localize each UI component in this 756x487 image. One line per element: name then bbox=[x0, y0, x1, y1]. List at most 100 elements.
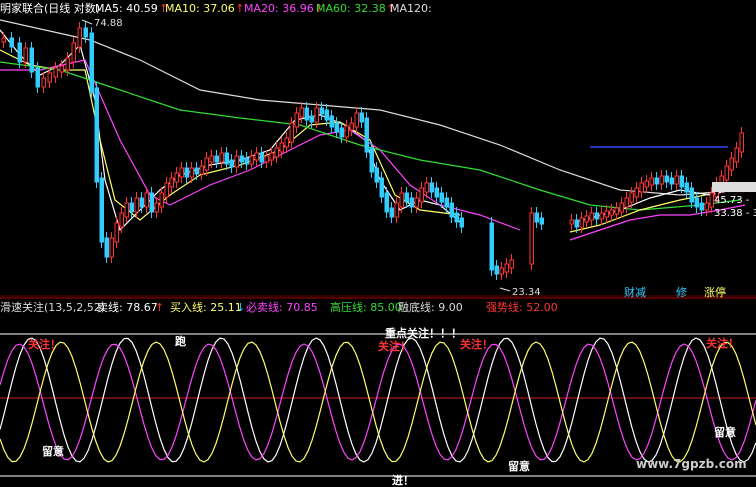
ma-legend-item: MA10: 37.06 bbox=[165, 2, 235, 15]
candle-body bbox=[424, 182, 429, 193]
candle-body bbox=[379, 177, 384, 198]
candle-body bbox=[579, 217, 584, 228]
candle-body bbox=[654, 177, 659, 185]
ma-legend-item: MA120: bbox=[390, 2, 432, 15]
candle-body bbox=[94, 87, 99, 183]
ma-legend-item: MA20: 36.96 bbox=[244, 2, 314, 15]
candle-body bbox=[589, 212, 594, 221]
annotation-guanzhu-4: 关注！ bbox=[706, 336, 739, 350]
candle-body bbox=[644, 180, 649, 188]
candle-body bbox=[194, 167, 199, 175]
candle-body bbox=[629, 192, 634, 203]
ma-legend-item: MA5: 40.59 bbox=[95, 2, 158, 15]
candle-body bbox=[234, 155, 239, 168]
candle-body bbox=[649, 177, 654, 186]
candle-body bbox=[494, 265, 499, 275]
annotation-focus: 重点关注！！！ bbox=[385, 326, 462, 340]
candle-body bbox=[29, 47, 34, 73]
candle-body bbox=[259, 152, 264, 163]
indicator-legend: 卖线: 78.67 买入线: 25.11 必卖线: 70.85 高压线: 85.00融… bbox=[97, 300, 558, 314]
oscillator-lines bbox=[0, 337, 756, 463]
candle-body bbox=[704, 202, 709, 211]
candle-body bbox=[229, 159, 234, 168]
candle-body bbox=[619, 202, 624, 213]
candle-body bbox=[109, 237, 114, 258]
candle-body bbox=[679, 175, 684, 188]
candle-body bbox=[314, 107, 319, 123]
candle-body bbox=[724, 165, 729, 181]
moving-average-lines bbox=[0, 19, 746, 241]
sell-arrow: ↑ bbox=[155, 301, 164, 314]
right-price-label-1: 45.73 - bbox=[714, 195, 750, 206]
candlesticks bbox=[1, 22, 744, 280]
candle-body bbox=[174, 172, 179, 183]
candle-body bbox=[594, 212, 599, 220]
chart-title: 明家联合(日线 对数) bbox=[0, 1, 100, 15]
candle-body bbox=[639, 182, 644, 193]
sell-line bbox=[0, 337, 756, 463]
candle-body bbox=[9, 37, 14, 48]
candle-body bbox=[664, 175, 669, 183]
candle-body bbox=[334, 122, 339, 133]
ma-legend: MA5: 40.59 ↑MA10: 37.06 ↑ MA20: 36.96 ↑MA60:… bbox=[95, 2, 432, 15]
candle-body bbox=[124, 202, 129, 218]
ma10-line bbox=[0, 49, 461, 221]
annotation-liuyi-1: 留意 bbox=[42, 444, 64, 458]
candle-body bbox=[349, 122, 354, 131]
annotation-liuyi-2: 留意 bbox=[508, 459, 530, 473]
indicator-name: 滑速关注(13,5,2,52) bbox=[0, 300, 105, 314]
candle-body bbox=[404, 192, 409, 203]
buy-arrow: ↓ bbox=[236, 301, 245, 314]
candle-body bbox=[154, 202, 159, 213]
annotation-pao: 跑 bbox=[175, 334, 186, 348]
candle-body bbox=[159, 192, 164, 208]
price-high-marker bbox=[81, 19, 93, 25]
candle-body bbox=[399, 192, 404, 208]
indicator-legend-item: 强势线: 52.00 bbox=[486, 300, 558, 314]
candle-body bbox=[189, 167, 194, 178]
badge-xiu: 修 bbox=[676, 285, 687, 299]
ma-legend-item: MA60: 32.38 bbox=[316, 2, 386, 15]
candle-body bbox=[119, 212, 124, 228]
candle-body bbox=[144, 192, 149, 208]
candle-body bbox=[249, 155, 254, 165]
candle-body bbox=[614, 207, 619, 215]
candle-body bbox=[534, 212, 539, 223]
candle-body bbox=[179, 167, 184, 178]
candle-body bbox=[1, 37, 6, 43]
price-high-label: 74.88 bbox=[94, 18, 123, 29]
candle-body bbox=[149, 192, 154, 213]
candle-body bbox=[199, 165, 204, 175]
indicator-legend-item: 卖线: 78.67 bbox=[97, 300, 158, 314]
stock-chart[interactable]: 明家联合(日线 对数) MA5: 40.59 ↑MA10: 37.06 ↑ MA20:… bbox=[0, 0, 756, 487]
candle-body bbox=[504, 263, 509, 273]
candle-body bbox=[339, 127, 344, 138]
candle-body bbox=[409, 197, 414, 208]
candle-body bbox=[53, 67, 58, 78]
candle-body bbox=[41, 77, 46, 88]
candle-body bbox=[224, 152, 229, 165]
candle-body bbox=[739, 132, 744, 153]
candle-body bbox=[89, 32, 94, 93]
candle-body bbox=[17, 42, 22, 63]
candle-body bbox=[77, 27, 82, 48]
candle-body bbox=[674, 175, 679, 185]
candle-body bbox=[454, 212, 459, 223]
candle-body bbox=[384, 192, 389, 213]
candle-body bbox=[169, 177, 174, 188]
candle-body bbox=[289, 122, 294, 143]
candle-body bbox=[204, 157, 209, 171]
candle-body bbox=[394, 202, 399, 218]
candle-body bbox=[389, 207, 394, 218]
candle-body bbox=[444, 197, 449, 208]
annotation-guanzhu-2: 关注！ bbox=[378, 339, 411, 353]
candle-body bbox=[449, 202, 454, 218]
candle-body bbox=[659, 175, 664, 185]
candle-body bbox=[254, 152, 259, 161]
candle-body bbox=[83, 27, 88, 38]
candle-body bbox=[489, 222, 494, 271]
candle-body bbox=[274, 147, 279, 158]
candle-body bbox=[304, 107, 309, 121]
candle-body bbox=[364, 117, 369, 153]
candle-body bbox=[309, 115, 314, 123]
